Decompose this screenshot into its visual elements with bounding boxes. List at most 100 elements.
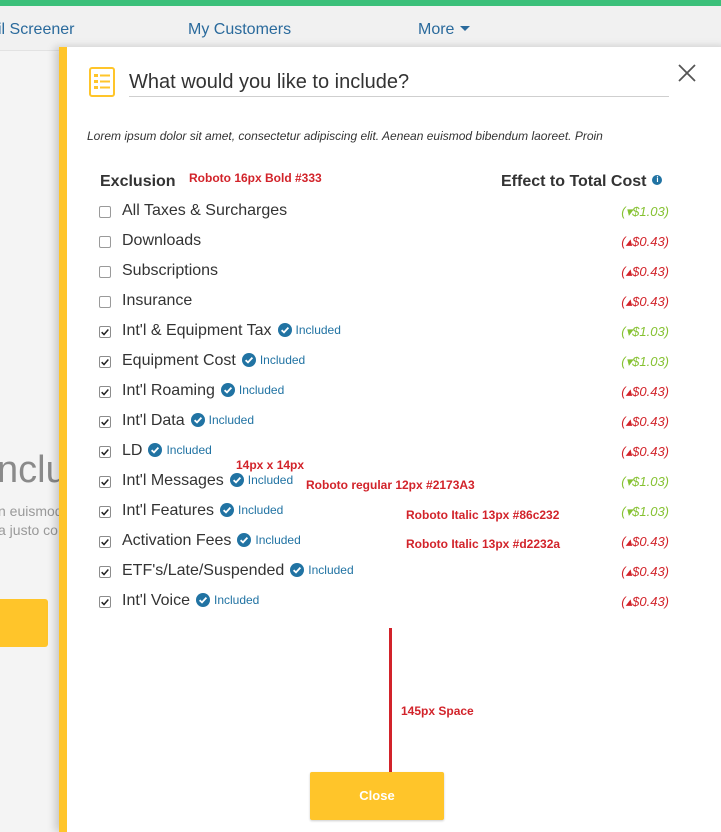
cost-effect: (▾$1.03) (621, 204, 669, 219)
row-label-text: Insurance (122, 292, 193, 309)
checkbox[interactable] (99, 266, 111, 278)
row-label: Int'l Roaming Included (122, 382, 284, 400)
row-label: Insurance (122, 292, 192, 310)
checkbox[interactable] (99, 566, 111, 578)
row-label: Activation Fees Included (122, 532, 301, 550)
included-badge: Included (241, 353, 306, 367)
cost-effect: (▾$1.03) (621, 504, 669, 519)
exclusion-row: Activation Fees Included (▴$0.43) (99, 532, 669, 562)
nav-more-label: More (418, 21, 455, 38)
row-label-text: Equipment Cost (122, 352, 236, 369)
checkbox[interactable] (99, 206, 111, 218)
cost-effect: (▴$0.43) (621, 234, 669, 249)
close-icon[interactable] (675, 61, 699, 85)
row-label-text: All Taxes & Surcharges (122, 202, 288, 219)
included-label: Included (259, 353, 306, 367)
check-circle-icon (219, 503, 234, 517)
row-label: Int'l Voice Included (122, 592, 259, 610)
intro-text: Lorem ipsum dolor sit amet, consectetur … (87, 129, 603, 143)
annotation-included-spec: Roboto regular 12px #2173A3 (306, 478, 475, 492)
exclusion-row: Int'l Roaming Included (▴$0.43) (99, 382, 669, 412)
info-icon[interactable]: i (652, 175, 663, 185)
exclusion-row: Int'l Voice Included (▴$0.43) (99, 592, 669, 622)
nav-item-my-customers[interactable]: My Customers (188, 21, 291, 39)
check-circle-icon (195, 593, 210, 607)
included-badge: Included (229, 473, 294, 487)
included-badge: Included (148, 443, 212, 457)
included-label: Included (208, 413, 255, 427)
panel-title: What would you like to include? (129, 71, 669, 97)
checkbox[interactable] (99, 356, 111, 368)
checkbox[interactable] (99, 416, 111, 428)
annotation-red-spec: Roboto Italic 13px #d2232a (406, 537, 561, 551)
exclusion-row: Int'l & Equipment Tax Included (▾$1.03) (99, 322, 669, 352)
row-label-text: ETF's/Late/Suspended (122, 562, 285, 579)
top-navbar: il Screener My Customers More (0, 6, 721, 51)
exclusion-header: Exclusion (100, 173, 176, 190)
included-label: Included (247, 473, 294, 487)
checkbox[interactable] (99, 326, 111, 338)
included-label: Included (213, 593, 260, 607)
annotation-heading-spec: Roboto 16px Bold #333 (189, 171, 322, 185)
check-circle-icon (241, 353, 256, 367)
check-circle-icon (190, 413, 205, 427)
exclusion-row: Int'l Data Included (▴$0.43) (99, 412, 669, 442)
exclusion-row: LD Included (▴$0.43) (99, 442, 669, 472)
exclusion-row: ETF's/Late/Suspended Included (▴$0.43) (99, 562, 669, 592)
check-circle-icon (220, 383, 235, 397)
checkbox[interactable] (99, 536, 111, 548)
exclusion-row: Subscriptions (▴$0.43) (99, 262, 669, 292)
cost-effect: (▾$1.03) (621, 474, 669, 489)
annotation-green-spec: Roboto Italic 13px #86c232 (406, 508, 560, 522)
nav-item-more[interactable]: More (418, 21, 471, 39)
row-label-text: Int'l Voice (122, 592, 190, 609)
row-label-text: Int'l & Equipment Tax (122, 322, 272, 339)
cost-effect: (▴$0.43) (621, 564, 669, 579)
checkbox[interactable] (99, 506, 111, 518)
row-label-text: Subscriptions (122, 262, 219, 279)
close-button[interactable]: Close (310, 772, 444, 820)
checkbox[interactable] (99, 296, 111, 308)
spacing-marker (389, 628, 392, 773)
exclusion-list: All Taxes & Surcharges (▾$1.03) Downloads (… (99, 202, 669, 622)
included-label: Included (238, 383, 285, 397)
check-circle-icon (237, 533, 252, 547)
row-label: All Taxes & Surcharges (122, 202, 287, 220)
check-circle-icon (229, 473, 244, 487)
row-label: Int'l Data Included (122, 412, 254, 430)
checkbox[interactable] (99, 476, 111, 488)
row-label: Int'l & Equipment Tax Included (122, 322, 341, 340)
row-label: Subscriptions (122, 262, 218, 280)
checkbox[interactable] (99, 386, 111, 398)
cost-effect: (▴$0.43) (621, 264, 669, 279)
included-label: Included (166, 443, 212, 457)
exclusion-row: All Taxes & Surcharges (▾$1.03) (99, 202, 669, 232)
effect-header: Effect to Total Cost i (501, 173, 663, 191)
row-label: Downloads (122, 232, 201, 250)
nav-item-screener[interactable]: il Screener (0, 21, 74, 39)
exclusion-row: Int'l Features Included (▾$1.03) (99, 502, 669, 532)
included-badge: Included (190, 413, 255, 427)
row-label-text: Downloads (122, 232, 202, 249)
checkbox[interactable] (99, 236, 111, 248)
included-badge: Included (220, 383, 285, 397)
cost-effect: (▴$0.43) (621, 384, 669, 399)
background-button[interactable] (0, 599, 48, 647)
checkbox[interactable] (99, 596, 111, 608)
check-circle-icon (148, 443, 163, 457)
included-badge: Included (290, 563, 354, 577)
cost-effect: (▾$1.03) (621, 324, 669, 339)
caret-down-icon (460, 26, 471, 31)
row-label: Int'l Messages Included (122, 472, 293, 490)
row-label: ETF's/Late/Suspended Included (122, 562, 354, 580)
exclusion-row: Downloads (▴$0.43) (99, 232, 669, 262)
cost-effect: (▴$0.43) (621, 534, 669, 549)
included-badge: Included (237, 533, 301, 547)
checklist-icon (89, 67, 115, 97)
cost-effect: (▴$0.43) (621, 594, 669, 609)
row-label-text: Int'l Data (122, 412, 185, 429)
exclusion-row: Equipment Cost Included (▾$1.03) (99, 352, 669, 382)
checkbox[interactable] (99, 446, 111, 458)
row-label: LD Included (122, 442, 212, 460)
cost-effect: (▾$1.03) (621, 354, 669, 369)
